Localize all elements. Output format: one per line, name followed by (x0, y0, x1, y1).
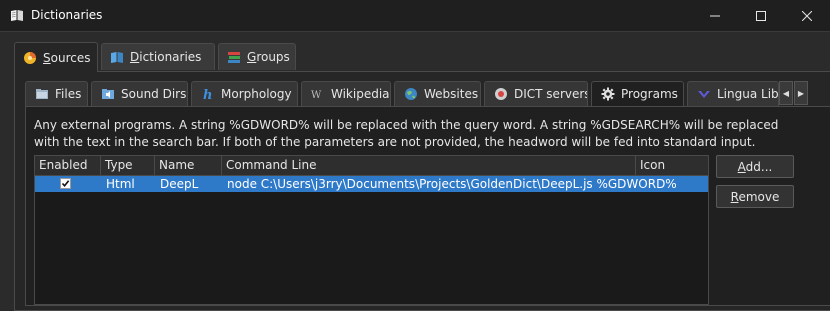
svg-text:W: W (311, 90, 322, 101)
maximize-icon (756, 10, 766, 21)
remove-button[interactable]: Remove (716, 185, 794, 208)
wikipedia-icon: W (311, 87, 325, 101)
dictionary-app-icon (11, 10, 23, 21)
books-stack-icon (227, 50, 241, 64)
hunspell-icon: h (201, 87, 215, 103)
tab-dictionaries[interactable]: Dictionaries (101, 43, 215, 70)
column-header-command-line[interactable]: Command Line (222, 156, 636, 175)
chevron-left-icon: ◀ (782, 88, 790, 98)
tab-groups-label: Groups (247, 50, 290, 64)
close-button[interactable] (784, 0, 830, 31)
tab-lingua-libre[interactable]: Lingua Libre (687, 81, 779, 106)
globe-icon (404, 87, 418, 101)
tab-wikipedia-label: Wikipedia (331, 87, 390, 101)
table-header: Enabled Type Name Command Line Icon (35, 156, 708, 176)
cell-name: DeepL (160, 177, 199, 191)
tab-dict-servers-label: DICT servers (514, 87, 588, 101)
close-icon (802, 10, 812, 21)
column-header-name[interactable]: Name (155, 156, 222, 175)
enabled-checkbox[interactable] (60, 178, 71, 189)
tab-lingua-libre-label: Lingua Libre (717, 87, 779, 101)
tab-sound-dirs[interactable]: Sound Dirs (91, 81, 188, 106)
cell-command-line: node C:\Users\j3rry\Documents\Projects\G… (227, 177, 677, 191)
add-button[interactable]: Add... (716, 155, 794, 178)
tab-dictionaries-label: Dictionaries (130, 50, 202, 64)
programs-description: Any external programs. A string %GDWORD%… (34, 118, 779, 149)
remove-button-label: Remove (730, 189, 780, 204)
column-header-type[interactable]: Type (101, 156, 155, 175)
column-header-enabled[interactable]: Enabled (35, 156, 101, 175)
tab-sources[interactable]: Sources (14, 42, 98, 72)
gear-icon (601, 87, 615, 101)
tab-sources-label: Sources (43, 50, 91, 65)
book-icon (110, 50, 124, 64)
column-header-icon[interactable]: Icon (636, 156, 708, 175)
programs-table[interactable]: Enabled Type Name Command Line Icon Html… (34, 155, 709, 305)
folder-icon (35, 87, 49, 101)
maximize-button[interactable] (738, 0, 784, 31)
tab-programs-label: Programs (621, 87, 678, 101)
minimize-icon (710, 15, 720, 16)
sources-icon (23, 51, 37, 65)
tab-dict-servers[interactable]: DICT servers (484, 81, 588, 106)
checkmark-icon (61, 180, 70, 188)
window-title: Dictionaries (31, 8, 103, 22)
tab-morphology-label: Morphology (221, 87, 292, 101)
tab-files-label: Files (55, 87, 82, 101)
tab-morphology[interactable]: h Morphology (191, 81, 298, 106)
dict-server-icon (494, 87, 508, 101)
tab-scroll-left-button[interactable]: ◀ (779, 81, 793, 105)
cell-type: Html (106, 177, 135, 191)
svg-text:h: h (203, 88, 212, 101)
table-row[interactable]: Html DeepL node C:\Users\j3rry\Documents… (35, 176, 708, 192)
tab-sound-dirs-label: Sound Dirs (121, 87, 187, 101)
chevron-right-icon: ▶ (797, 88, 805, 98)
tab-groups[interactable]: Groups (218, 43, 296, 70)
minimize-button[interactable] (692, 0, 738, 31)
tab-websites-label: Websites (424, 87, 479, 101)
sound-dirs-icon (101, 87, 115, 101)
tab-scroll-right-button[interactable]: ▶ (794, 81, 808, 105)
title-bar: Dictionaries (0, 0, 830, 32)
lingua-libre-icon (697, 87, 711, 101)
tab-wikipedia[interactable]: W Wikipedia (301, 81, 391, 106)
tab-websites[interactable]: Websites (394, 81, 481, 106)
add-button-label: Add... (737, 159, 773, 174)
tab-programs[interactable]: Programs (591, 81, 684, 106)
tab-files[interactable]: Files (25, 81, 88, 106)
